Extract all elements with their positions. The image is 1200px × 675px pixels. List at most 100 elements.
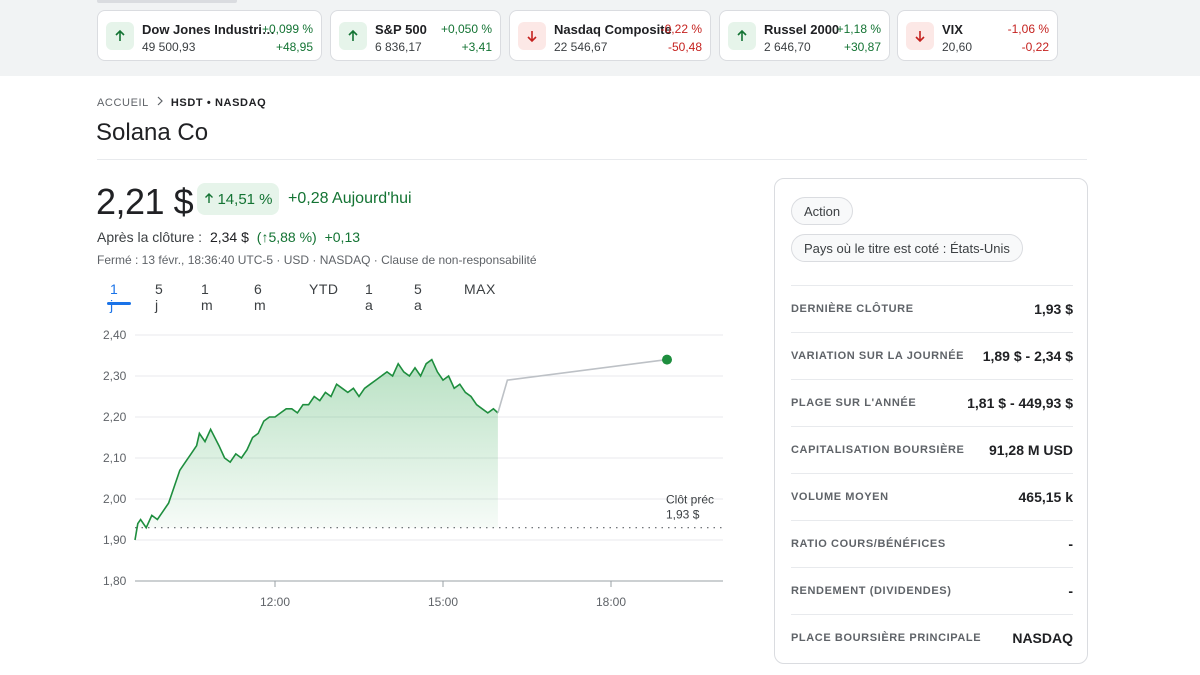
- arrow-down-icon: [518, 22, 546, 50]
- active-tab-indicator: [107, 302, 131, 305]
- ticker-pct: +1,18 %: [836, 22, 881, 36]
- chevron-right-icon: [156, 96, 164, 109]
- y-tick-label: 2,30: [103, 369, 127, 383]
- stat-row: PLACE BOURSIÈRE PRINCIPALE NASDAQ: [791, 614, 1073, 661]
- tab-6m[interactable]: 6 m: [254, 281, 266, 313]
- ticker-name: VIX: [942, 22, 963, 37]
- tab-5a[interactable]: 5 a: [414, 281, 422, 313]
- ticker-card-dow-jones[interactable]: Dow Jones Industri… 49 500,93 +0,099 % +…: [97, 10, 322, 61]
- current-price: 2,21 $: [96, 181, 194, 222]
- day-change: +0,28 Aujourd'hui: [288, 190, 412, 207]
- y-tick-label: 2,10: [103, 451, 127, 465]
- stat-row: RENDEMENT (DIVIDENDES) -: [791, 567, 1073, 614]
- y-tick-label: 2,20: [103, 410, 127, 424]
- after-hours-label: Après la clôture :: [97, 229, 203, 245]
- tab-1a[interactable]: 1 a: [365, 281, 373, 313]
- stat-value: 1,89 $ - 2,34 $: [982, 348, 1073, 364]
- ticker-name: Russel 2000: [764, 22, 840, 37]
- tab-max[interactable]: MAX: [464, 281, 496, 297]
- stat-value: -: [1068, 536, 1073, 552]
- price-chart[interactable]: 2,40 2,30 2,20 2,10 2,00 1,90 1,80 12:00 15:00 1…: [90, 320, 740, 620]
- ticker-change: +3,41: [461, 40, 492, 54]
- stat-value: 91,28 M USD: [988, 442, 1073, 458]
- ticker-value: 22 546,67: [554, 40, 608, 54]
- after-hours-line: [497, 358, 668, 414]
- y-tick-label: 1,80: [103, 574, 127, 588]
- stat-row: RATIO COURS/BÉNÉFICES -: [791, 520, 1073, 567]
- chip-type[interactable]: Action: [791, 197, 854, 225]
- stat-row: DERNIÈRE CLÔTURE 1,93 $: [791, 285, 1073, 332]
- stat-label: PLAGE SUR L'ANNÉE: [791, 397, 917, 409]
- after-hours-price: 2,34 $: [209, 229, 249, 245]
- stat-row: VARIATION SUR LA JOURNÉE 1,89 $ - 2,34 $: [791, 332, 1073, 379]
- after-hours-line: Après la clôture : 2,34 $ (↑5,88 %) +0,1…: [97, 229, 360, 245]
- ticker-name: S&P 500: [375, 22, 427, 37]
- stat-label: RENDEMENT (DIVIDENDES): [791, 585, 952, 597]
- breadcrumb: ACCUEIL HSDT • NASDAQ: [97, 96, 266, 109]
- breadcrumb-current: HSDT • NASDAQ: [170, 96, 267, 109]
- ticker-strip-tab: [97, 0, 237, 3]
- stat-label: RATIO COURS/BÉNÉFICES: [791, 538, 946, 550]
- tab-1j[interactable]: 1 j: [110, 281, 118, 313]
- ticker-change: -0,22: [1021, 40, 1049, 54]
- x-tick-label: 18:00: [596, 595, 626, 609]
- price-area-fill: [135, 359, 498, 540]
- tab-ytd[interactable]: YTD: [309, 281, 339, 297]
- ticker-value: 20,60: [942, 40, 973, 54]
- stat-label: DERNIÈRE CLÔTURE: [791, 303, 914, 315]
- after-hours-endpoint: [662, 354, 672, 365]
- stat-value: NASDAQ: [1012, 630, 1073, 646]
- pct-change-value: 14,51 %: [217, 190, 273, 208]
- stat-value: 1,81 $ - 449,93 $: [967, 395, 1073, 411]
- stat-label: VARIATION SUR LA JOURNÉE: [791, 350, 965, 362]
- ticker-pct: +0,050 %: [440, 22, 492, 36]
- tab-1m[interactable]: 1 m: [201, 281, 213, 313]
- ticker-name: Nasdaq Composite: [554, 22, 672, 37]
- ticker-value: 6 836,17: [375, 40, 422, 54]
- ticker-card-nasdaq[interactable]: Nasdaq Composite 22 546,67 -0,22 % -50,4…: [509, 10, 711, 61]
- ticker-change: +48,95: [275, 40, 313, 54]
- y-tick-label: 1,90: [103, 533, 127, 547]
- stat-value: -: [1068, 583, 1073, 599]
- ticker-value: 49 500,93: [142, 40, 196, 54]
- y-tick-label: 2,00: [103, 492, 127, 506]
- stat-row: PLAGE SUR L'ANNÉE 1,81 $ - 449,93 $: [791, 379, 1073, 426]
- after-hours-change: +0,13: [324, 229, 361, 245]
- stat-label: PLACE BOURSIÈRE PRINCIPALE: [791, 632, 982, 644]
- ticker-pct: -1,06 %: [1007, 22, 1049, 36]
- stat-row: VOLUME MOYEN 465,15 k: [791, 473, 1073, 520]
- market-status-line[interactable]: Fermé : 13 févr., 18:36:40 UTC-5 · USD ·…: [97, 253, 537, 267]
- ticker-card-russel[interactable]: Russel 2000 2 646,70 +1,18 % +30,87: [719, 10, 890, 61]
- previous-close-label: Clôt préc: [666, 493, 714, 507]
- ticker-card-sp500[interactable]: S&P 500 6 836,17 +0,050 % +3,41: [330, 10, 501, 61]
- chip-country[interactable]: Pays où le titre est coté : États-Unis: [791, 234, 1023, 262]
- tab-5j[interactable]: 5 j: [155, 281, 163, 313]
- stat-label: VOLUME MOYEN: [791, 491, 889, 503]
- key-stats-panel: Action Pays où le titre est coté : États…: [774, 178, 1088, 664]
- ticker-name: Dow Jones Industri…: [142, 22, 275, 37]
- ticker-change: -50,48: [667, 40, 702, 54]
- after-hours-pct: (↑5,88 %): [256, 229, 317, 245]
- page-title: Solana Co: [96, 119, 209, 146]
- stat-row: CAPITALISATION BOURSIÈRE 91,28 M USD: [791, 426, 1073, 473]
- market-ticker-strip: Dow Jones Industri… 49 500,93 +0,099 % +…: [0, 0, 1200, 76]
- ticker-change: +30,87: [843, 40, 881, 54]
- ticker-pct: -0,22 %: [660, 22, 702, 36]
- arrow-up-icon: [203, 191, 215, 208]
- breadcrumb-home[interactable]: ACCUEIL: [97, 97, 149, 109]
- arrow-up-icon: [728, 22, 756, 50]
- x-tick-label: 15:00: [428, 595, 458, 609]
- arrow-up-icon: [339, 22, 367, 50]
- ticker-card-vix[interactable]: VIX 20,60 -1,06 % -0,22: [897, 10, 1058, 61]
- x-tick-label: 12:00: [260, 595, 290, 609]
- previous-close-value: 1,93 $: [666, 508, 700, 522]
- stat-value: 1,93 $: [1034, 301, 1073, 317]
- ticker-value: 2 646,70: [764, 40, 811, 54]
- header-divider: [97, 159, 1087, 160]
- arrow-down-icon: [906, 22, 934, 50]
- ticker-pct: +0,099 %: [261, 22, 313, 36]
- stat-value: 465,15 k: [1018, 489, 1074, 505]
- stat-label: CAPITALISATION BOURSIÈRE: [791, 444, 965, 456]
- pct-change-chip: 14,51 %: [197, 183, 279, 215]
- arrow-up-icon: [106, 22, 134, 50]
